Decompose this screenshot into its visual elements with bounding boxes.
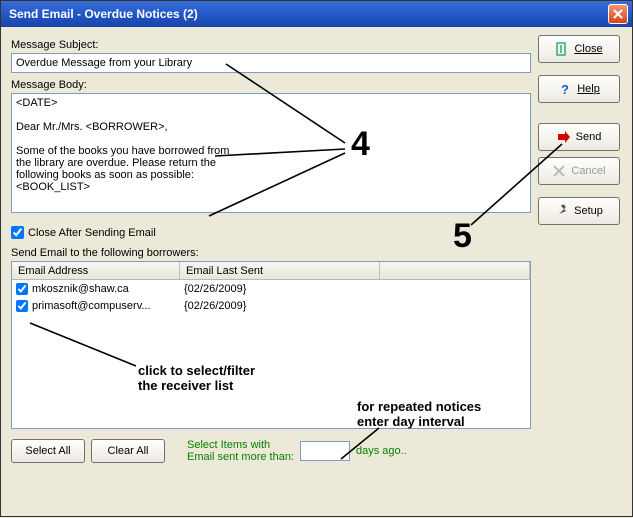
days-suffix: days ago.. <box>356 445 407 457</box>
days-input[interactable] <box>300 441 350 461</box>
window-close-button[interactable] <box>608 4 628 24</box>
filter-text: Select Items with Email sent more than: <box>187 439 294 463</box>
svg-text:?: ? <box>561 82 569 96</box>
filter-text-line2: Email sent more than: <box>187 451 294 463</box>
door-icon <box>555 42 569 56</box>
close-after-label: Close After Sending Email <box>28 227 156 239</box>
body-textarea[interactable] <box>11 93 531 213</box>
help-button[interactable]: ? Help <box>538 75 620 103</box>
row-email: primasoft@compuserv... <box>32 300 151 312</box>
setup-button[interactable]: Setup <box>538 197 620 225</box>
send-button[interactable]: Send <box>538 123 620 151</box>
cancel-icon <box>552 164 566 178</box>
cancel-button-label: Cancel <box>571 165 605 177</box>
row-email: mkosznik@shaw.ca <box>32 283 129 295</box>
row-lastsent: {02/26/2009} <box>180 283 380 295</box>
send-to-label: Send Email to the following borrowers: <box>11 247 531 259</box>
col-email-header[interactable]: Email Address <box>12 262 180 279</box>
setup-button-label: Setup <box>574 205 603 217</box>
close-button-label: Close <box>574 43 602 55</box>
table-row[interactable]: primasoft@compuserv... {02/26/2009} <box>12 297 530 314</box>
arrow-right-icon <box>557 130 571 144</box>
col-lastsent-header[interactable]: Email Last Sent <box>180 262 380 279</box>
bottom-button-row: Select All Clear All Select Items with E… <box>11 439 531 463</box>
borrower-table: Email Address Email Last Sent mkosznik@s… <box>11 261 531 429</box>
select-all-button[interactable]: Select All <box>11 439 85 463</box>
help-icon: ? <box>558 82 572 96</box>
close-button[interactable]: Close <box>538 35 620 63</box>
subject-input[interactable] <box>11 53 531 73</box>
table-row[interactable]: mkosznik@shaw.ca {02/26/2009} <box>12 280 530 297</box>
cancel-button: Cancel <box>538 157 620 185</box>
subject-label: Message Subject: <box>11 39 531 51</box>
titlebar: Send Email - Overdue Notices (2) <box>1 1 632 27</box>
body-label: Message Body: <box>11 79 531 91</box>
row-checkbox[interactable] <box>16 283 28 295</box>
help-button-label: Help <box>577 83 600 95</box>
close-after-row[interactable]: Close After Sending Email <box>11 226 531 239</box>
wrench-icon <box>555 204 569 218</box>
filter-text-line1: Select Items with <box>187 439 270 451</box>
row-checkbox[interactable] <box>16 300 28 312</box>
close-after-checkbox[interactable] <box>11 226 24 239</box>
right-button-column: Close ? Help Send Cancel <box>538 35 620 225</box>
col-spacer-header <box>380 262 530 279</box>
row-lastsent: {02/26/2009} <box>180 300 380 312</box>
client-area: Message Subject: Message Body: Close Aft… <box>1 27 632 516</box>
clear-all-button[interactable]: Clear All <box>91 439 165 463</box>
table-header: Email Address Email Last Sent <box>12 262 530 280</box>
window-title: Send Email - Overdue Notices (2) <box>9 7 198 21</box>
left-column: Message Subject: Message Body: Close Aft… <box>11 35 531 463</box>
close-icon <box>613 9 623 19</box>
send-button-label: Send <box>576 131 602 143</box>
